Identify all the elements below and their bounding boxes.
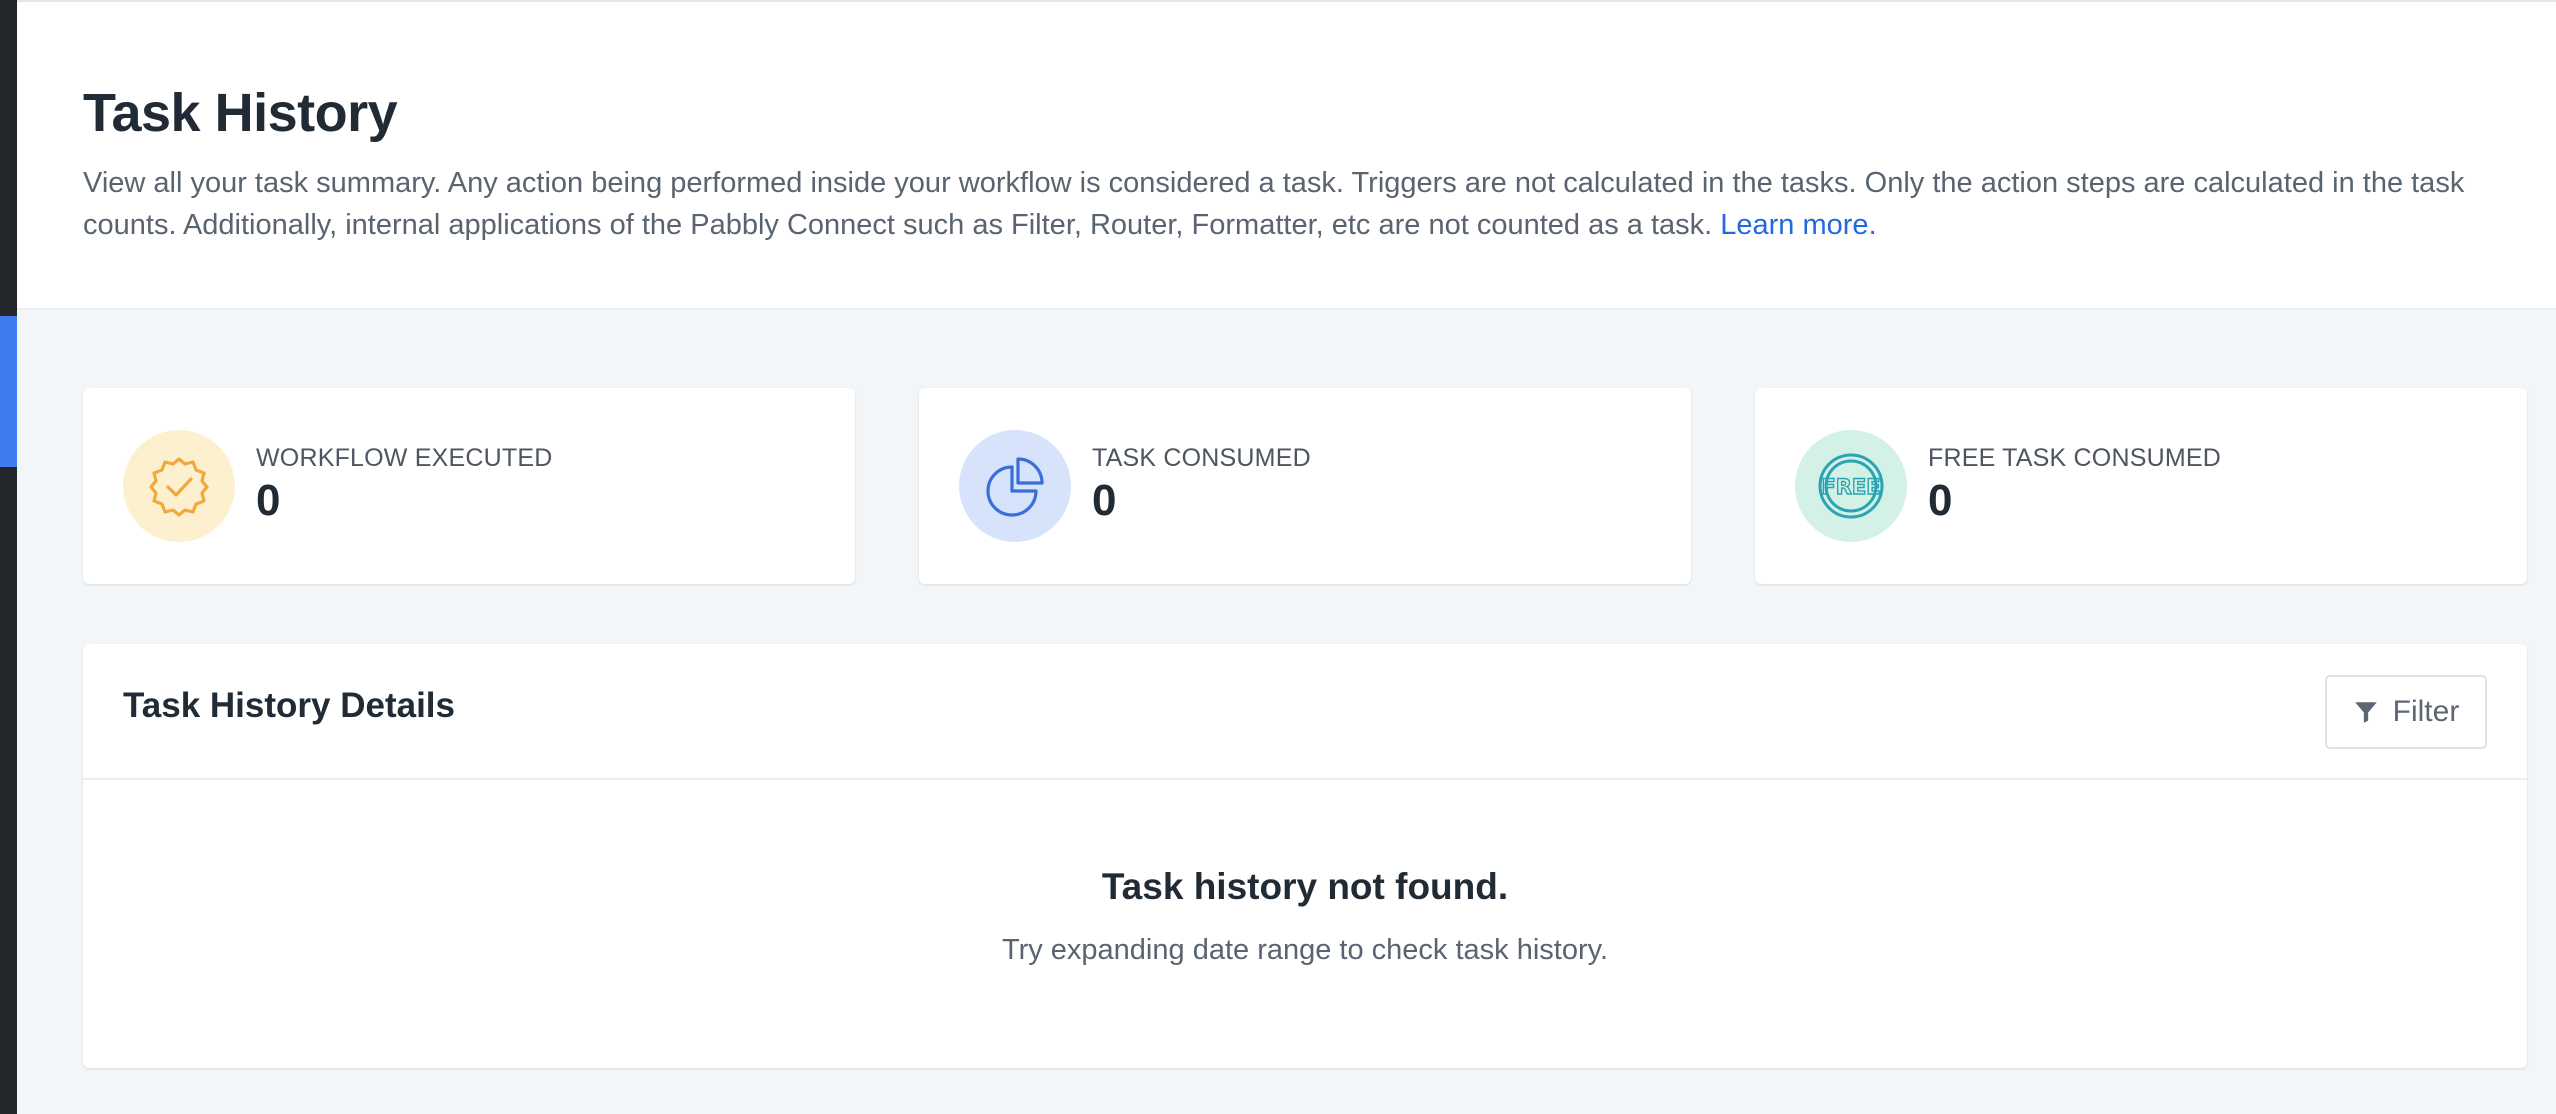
stat-label: WORKFLOW EXECUTED: [256, 444, 553, 472]
empty-state-title: Task history not found.: [1101, 866, 1509, 907]
stat-card-workflow-executed: WORKFLOW EXECUTED 0: [83, 388, 855, 584]
page-description: View all your task summary. Any action b…: [83, 162, 2503, 246]
stat-card-task-consumed: TASK CONSUMED 0: [919, 388, 1691, 584]
description-text: View all your task summary. Any action b…: [83, 167, 2465, 241]
empty-state-subtitle: Try expanding date range to check task h…: [1001, 934, 1609, 966]
sidebar-strip: [0, 0, 17, 1114]
stat-label: TASK CONSUMED: [1092, 444, 1311, 472]
stat-card-free-task-consumed: FREE FREE TASK CONSUMED 0: [1755, 388, 2527, 584]
page-title: Task History: [83, 83, 398, 143]
free-stamp-icon: FREE: [1795, 430, 1907, 542]
details-title: Task History Details: [123, 686, 455, 725]
learn-more-link[interactable]: Learn more.: [1720, 209, 1876, 241]
stat-label: FREE TASK CONSUMED: [1928, 444, 2221, 472]
badge-check-icon: [123, 430, 235, 542]
filter-label: Filter: [2392, 695, 2460, 728]
filter-button[interactable]: Filter: [2325, 675, 2487, 749]
filter-icon: [2354, 702, 2377, 723]
stat-value: 0: [1928, 476, 1953, 525]
stat-value: 0: [1092, 476, 1117, 525]
details-header: Task History Details Filter: [83, 644, 2527, 780]
task-history-details-panel: Task History Details Filter Task history…: [83, 644, 2527, 1068]
pie-chart-icon: [959, 430, 1071, 542]
svg-text:FREE: FREE: [1821, 475, 1880, 499]
page-header: Task History View all your task summary.…: [17, 0, 2556, 308]
stat-value: 0: [256, 476, 281, 525]
sidebar-active-indicator: [0, 316, 17, 467]
page: Task History View all your task summary.…: [17, 0, 2556, 1114]
